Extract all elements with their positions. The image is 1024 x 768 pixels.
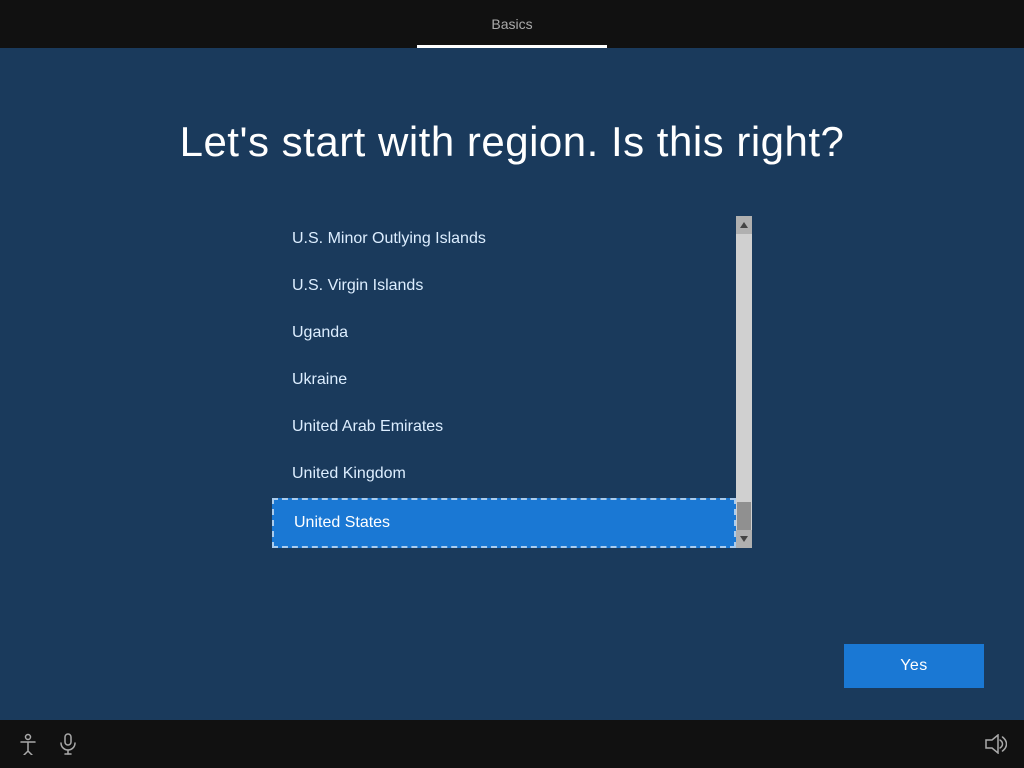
list-item[interactable]: Ukraine — [272, 357, 736, 404]
top-bar-title: Basics — [491, 16, 532, 32]
scroll-down-button[interactable] — [736, 530, 752, 548]
list-item[interactable]: United Arab Emirates — [272, 404, 736, 451]
list-item[interactable]: U.S. Virgin Islands — [272, 263, 736, 310]
main-content: Let's start with region. Is this right? … — [0, 48, 1024, 548]
top-bar: Basics — [0, 0, 1024, 48]
page-title: Let's start with region. Is this right? — [180, 118, 845, 166]
taskbar — [0, 720, 1024, 768]
list-item[interactable]: Uganda — [272, 310, 736, 357]
list-item[interactable]: United States — [272, 498, 736, 548]
scroll-track — [736, 234, 752, 530]
scroll-up-button[interactable] — [736, 216, 752, 234]
top-bar-underline — [417, 45, 607, 48]
taskbar-left — [16, 732, 80, 756]
region-list[interactable]: U.S. Minor Outlying IslandsU.S. Virgin I… — [272, 216, 736, 548]
yes-button[interactable]: Yes — [844, 644, 984, 688]
microphone-icon[interactable] — [56, 732, 80, 756]
accessibility-icon[interactable] — [16, 732, 40, 756]
list-item[interactable]: U.S. Minor Outlying Islands — [272, 216, 736, 263]
scrollbar[interactable] — [736, 216, 752, 548]
list-item[interactable]: United Kingdom — [272, 451, 736, 498]
scroll-thumb[interactable] — [737, 502, 751, 530]
region-list-wrapper: U.S. Minor Outlying IslandsU.S. Virgin I… — [272, 216, 752, 548]
volume-icon[interactable] — [984, 732, 1008, 756]
taskbar-right — [984, 732, 1008, 756]
